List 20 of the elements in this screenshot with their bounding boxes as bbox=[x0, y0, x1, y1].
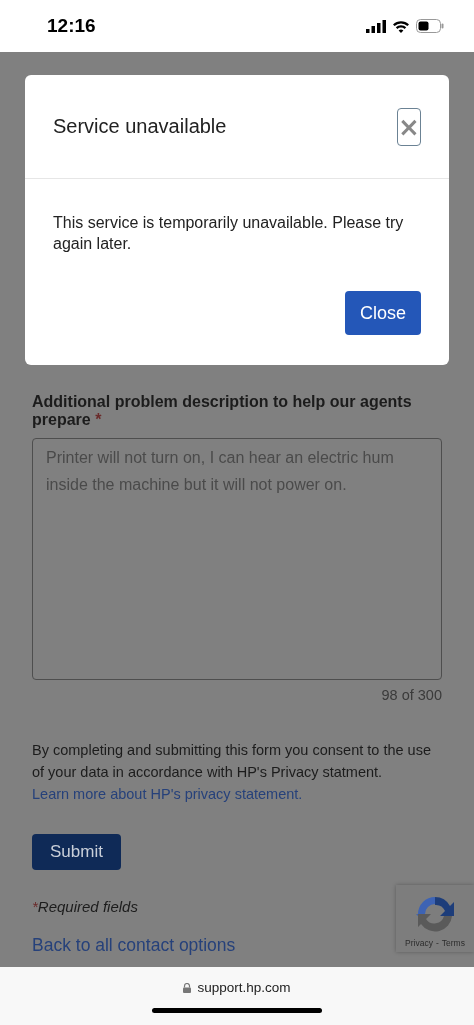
signal-icon bbox=[366, 19, 386, 33]
dialog-title: Service unavailable bbox=[53, 115, 227, 138]
character-counter: 98 of 300 bbox=[380, 687, 442, 703]
close-button[interactable]: Close bbox=[345, 291, 421, 335]
terms-link[interactable]: Terms bbox=[441, 938, 465, 948]
submit-button[interactable]: Submit bbox=[32, 834, 121, 870]
lock-icon bbox=[183, 982, 192, 993]
dialog-message: This service is temporarily unavailable. Please try again later. bbox=[53, 213, 405, 254]
consent-text: By completing and submitting this form you consent to the use of your data in accordance with HP's Privacy statment. bbox=[32, 741, 432, 782]
clock-time: 12:16 bbox=[47, 15, 96, 37]
battery-icon bbox=[416, 19, 444, 33]
wifi-icon bbox=[392, 19, 410, 33]
required-note: *Required fields bbox=[32, 898, 139, 915]
close-button[interactable]: × bbox=[397, 107, 421, 146]
separator: - bbox=[435, 938, 439, 948]
field-label: Additional problem description to help our agents prepare * bbox=[32, 393, 413, 429]
url-text: support.hp.com bbox=[197, 980, 291, 995]
back-link[interactable]: Back to all contact options bbox=[32, 935, 236, 956]
privacy-link[interactable]: Privacy bbox=[405, 938, 433, 948]
privacy-link[interactable]: Learn more about HP's privacy statement. bbox=[32, 783, 303, 805]
